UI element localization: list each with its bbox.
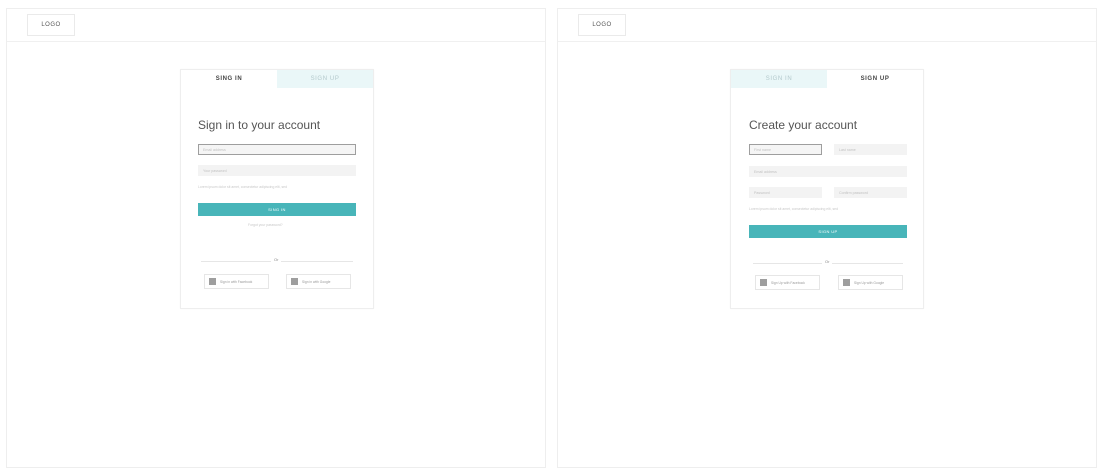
logo[interactable]: LOGO: [578, 14, 626, 36]
auth-tabs: SING IN SIGN UP: [181, 70, 373, 88]
last-name-field[interactable]: Last name: [834, 144, 907, 155]
tab-signin[interactable]: SIGN IN: [731, 70, 827, 88]
tab-signup[interactable]: SIGN UP: [827, 70, 923, 88]
facebook-signup-button[interactable]: Sign Up with Facebook: [755, 275, 820, 290]
google-signin-button[interactable]: Sign in with Google: [286, 274, 351, 289]
tab-signup[interactable]: SIGN UP: [277, 70, 373, 88]
signup-card: SIGN IN SIGN UP Create your account Firs…: [730, 69, 924, 309]
facebook-icon: [760, 279, 767, 286]
tab-signin[interactable]: SING IN: [181, 70, 277, 88]
facebook-icon: [209, 278, 216, 285]
logo[interactable]: LOGO: [27, 14, 75, 36]
google-icon: [843, 279, 850, 286]
signin-screen: LOGO SING IN SIGN UP Sign in to your acc…: [6, 8, 546, 468]
password-field[interactable]: Your password: [198, 165, 356, 176]
top-bar: LOGO: [558, 9, 1096, 42]
facebook-label: Sign Up with Facebook: [771, 280, 805, 285]
page-title: Create your account: [749, 118, 858, 132]
auth-tabs: SIGN IN SIGN UP: [731, 70, 923, 88]
signin-card: SING IN SIGN UP Sign in to your account …: [180, 69, 374, 309]
google-label: Sign Up with Google: [854, 280, 885, 285]
forgot-password-link[interactable]: Forgot your password?: [248, 223, 283, 227]
signup-button[interactable]: SIGN UP: [749, 225, 907, 238]
google-icon: [291, 278, 298, 285]
google-label: Sign in with Google: [302, 279, 331, 284]
top-bar: LOGO: [7, 9, 545, 42]
first-name-field[interactable]: First name: [749, 144, 822, 155]
facebook-signin-button[interactable]: Sign in with Facebook: [204, 274, 269, 289]
or-label: Or: [271, 257, 282, 262]
terms-text: Lorem ipsum dolor sit amet, consectetur …: [749, 207, 838, 211]
facebook-label: Sign in with Facebook: [220, 279, 253, 284]
password-field[interactable]: Password: [749, 187, 822, 198]
email-field[interactable]: Email address: [749, 166, 907, 177]
page-title: Sign in to your account: [198, 118, 321, 132]
email-field[interactable]: Email address: [198, 144, 356, 155]
terms-text: Lorem ipsum dolor sit amet, consectetur …: [198, 185, 287, 189]
signup-screen: LOGO SIGN IN SIGN UP Create your account…: [557, 8, 1097, 468]
confirm-password-field[interactable]: Confirm password: [834, 187, 907, 198]
signin-button[interactable]: SING IN: [198, 203, 356, 216]
google-signup-button[interactable]: Sign Up with Google: [838, 275, 903, 290]
or-label: Or: [822, 259, 833, 264]
